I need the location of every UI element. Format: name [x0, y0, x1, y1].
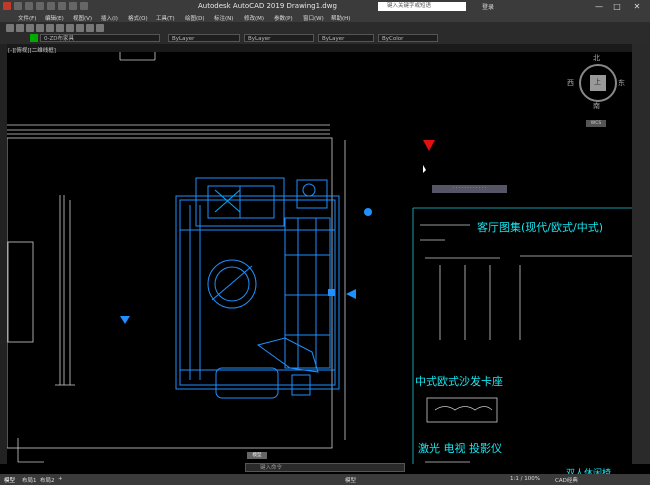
- compass-east[interactable]: 东: [618, 78, 625, 88]
- viewcube[interactable]: 北 南 东 西 上: [567, 53, 630, 115]
- layer-dropdown[interactable]: 0-ZD布家具: [40, 34, 160, 42]
- window-title: Autodesk AutoCAD 2019 Drawing1.dwg: [198, 2, 337, 10]
- marker-square: [328, 289, 335, 296]
- tab-model[interactable]: 模型: [4, 476, 15, 484]
- command-input[interactable]: 键入命令: [245, 463, 405, 472]
- gallery-frame: [412, 207, 632, 464]
- layer-state-icon[interactable]: [30, 34, 38, 42]
- menu-edit[interactable]: 编辑(E): [45, 14, 64, 22]
- arrow-down-icon: [120, 316, 130, 324]
- cursor-icon: [423, 165, 426, 173]
- title-bar: Autodesk AutoCAD 2019 Drawing1.dwg 键入关键字…: [0, 0, 650, 13]
- menu-modify[interactable]: 修改(M): [244, 14, 264, 22]
- login-button[interactable]: 登录: [482, 2, 494, 11]
- tool-icon[interactable]: [16, 24, 24, 32]
- tool-icon[interactable]: [6, 24, 14, 32]
- sofa-set-drawing: [175, 177, 340, 399]
- tool-icon[interactable]: [96, 24, 104, 32]
- menu-draw[interactable]: 绘图(D): [185, 14, 205, 22]
- search-input[interactable]: 键入关键字或短语: [378, 2, 466, 11]
- ucs-icon: [17, 438, 44, 463]
- living-room-gallery-title: 客厅图集(现代/欧式/中式): [477, 221, 603, 234]
- selection-bar: · · · · · · · · · · · ·: [432, 185, 507, 193]
- new-icon[interactable]: [14, 2, 22, 10]
- model-status[interactable]: 模型: [345, 476, 356, 484]
- arrow-left-icon: [346, 289, 356, 299]
- compass-north[interactable]: 北: [593, 53, 600, 63]
- redo-icon[interactable]: [80, 2, 88, 10]
- menu-view[interactable]: 视图(V): [73, 14, 92, 22]
- viewcube-top-face[interactable]: 上: [594, 77, 601, 87]
- quick-access-toolbar: [3, 2, 88, 10]
- right-toolbar[interactable]: [632, 44, 650, 464]
- menu-insert[interactable]: 插入(I): [101, 14, 118, 22]
- tab-layout2[interactable]: 布局2: [40, 476, 55, 484]
- tab-layout1[interactable]: 布局1: [22, 476, 37, 484]
- compass-south[interactable]: 南: [593, 101, 600, 111]
- file-tab-strip: [0, 44, 650, 52]
- add-layout-button[interactable]: +: [58, 476, 63, 482]
- standard-toolbar: [6, 24, 104, 32]
- tool-icon[interactable]: [86, 24, 94, 32]
- tool-icon[interactable]: [46, 24, 54, 32]
- tool-icon[interactable]: [66, 24, 74, 32]
- menu-bar: 文件(F) 编辑(E) 视图(V) 插入(I) 格式(O) 工具(T) 绘图(D…: [0, 13, 650, 22]
- save-icon[interactable]: [36, 2, 44, 10]
- saveas-icon[interactable]: [47, 2, 55, 10]
- marker-dot: [364, 208, 372, 216]
- tv-section-title: 激光 电视 投影仪: [418, 442, 502, 455]
- undo-icon[interactable]: [69, 2, 77, 10]
- compass-west[interactable]: 西: [567, 78, 574, 88]
- wcs-button[interactable]: WCS: [586, 120, 606, 127]
- tool-icon[interactable]: [26, 24, 34, 32]
- menu-dimension[interactable]: 标注(N): [214, 14, 233, 22]
- lineweight-dropdown[interactable]: ByLayer: [318, 34, 374, 42]
- tool-icon[interactable]: [76, 24, 84, 32]
- menu-window[interactable]: 窗口(W): [303, 14, 324, 22]
- annotation-scale[interactable]: 1:1 / 100%: [510, 476, 540, 482]
- tool-icon[interactable]: [56, 24, 64, 32]
- left-toolbar[interactable]: [0, 44, 7, 464]
- menu-format[interactable]: 格式(O): [128, 14, 148, 22]
- menu-help[interactable]: 帮助(H): [331, 14, 350, 22]
- app-menu-icon[interactable]: [3, 2, 11, 10]
- linetype-dropdown[interactable]: ByLayer: [244, 34, 314, 42]
- menu-parametric[interactable]: 参数(P): [274, 14, 293, 22]
- maximize-button[interactable]: □: [610, 1, 624, 12]
- red-triangle-icon: [423, 140, 435, 151]
- open-icon[interactable]: [25, 2, 33, 10]
- close-button[interactable]: ✕: [630, 1, 644, 12]
- tool-icon[interactable]: [36, 24, 44, 32]
- workspace-switch[interactable]: CAD经典: [555, 476, 578, 484]
- status-bar: 模型 布局1 布局2 + 模型 1:1 / 100% CAD经典: [0, 474, 650, 485]
- minimize-button[interactable]: —: [592, 1, 606, 12]
- sofa-section-title: 中式欧式沙发卡座: [415, 375, 503, 388]
- plotstyle-dropdown[interactable]: ByColor: [378, 34, 438, 42]
- color-dropdown[interactable]: ByLayer: [168, 34, 240, 42]
- drawing-canvas[interactable]: [7, 52, 632, 464]
- print-icon[interactable]: [58, 2, 66, 10]
- menu-file[interactable]: 文件(F): [18, 14, 36, 22]
- command-tag: 模型: [247, 452, 267, 459]
- menu-tools[interactable]: 工具(T): [156, 14, 175, 22]
